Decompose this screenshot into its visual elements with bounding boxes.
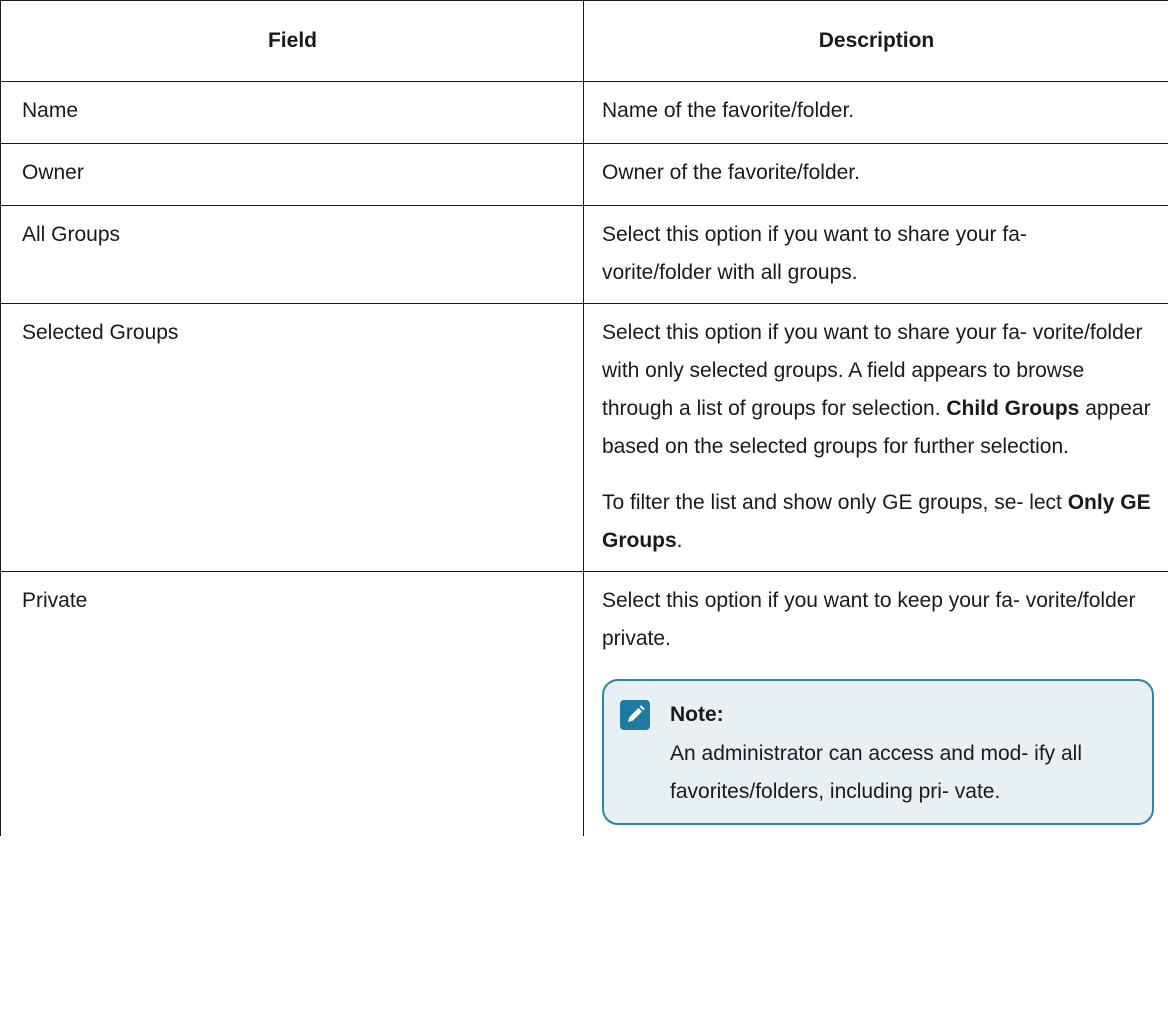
- description-text: .: [676, 529, 683, 552]
- description-cell: Select this option if you want to share …: [583, 205, 1168, 304]
- description-line: vorite/folder with all groups.: [602, 261, 858, 284]
- description-line: Select this option if you want to share …: [602, 223, 1027, 246]
- field-name-cell: Name: [0, 81, 584, 144]
- description-paragraph: Select this option if you want to keep y…: [602, 589, 1136, 650]
- note-callout: Note: An administrator can access and mo…: [602, 679, 1154, 825]
- field-name-cell: All Groups: [0, 205, 584, 304]
- description-paragraph: Select this option if you want to share …: [602, 314, 1154, 466]
- note-body: An administrator can access and mod- ify…: [670, 742, 1083, 803]
- table-row: Private Select this option if you want t…: [0, 571, 1168, 836]
- table-row: Owner Owner of the favorite/folder.: [0, 143, 1168, 206]
- note-title: Note:: [670, 703, 724, 726]
- child-groups-term: Child Groups: [946, 397, 1080, 420]
- pencil-icon: [620, 700, 650, 730]
- field-name-cell: Owner: [0, 143, 584, 206]
- table-row: Name Name of the favorite/folder.: [0, 81, 1168, 144]
- field-name-cell: Private: [0, 571, 584, 836]
- column-header-description: Description: [583, 0, 1168, 82]
- field-name-cell: Selected Groups: [0, 303, 584, 572]
- description-text: To filter the list and show only GE grou…: [602, 491, 1068, 514]
- description-cell: Name of the favorite/folder.: [583, 81, 1168, 144]
- table-row: All Groups Select this option if you wan…: [0, 205, 1168, 304]
- table-row: Selected Groups Select this option if yo…: [0, 303, 1168, 572]
- description-cell: Select this option if you want to keep y…: [583, 571, 1168, 836]
- note-header: Note:: [620, 695, 1132, 735]
- description-cell: Select this option if you want to share …: [583, 303, 1168, 572]
- fields-table: Field Description Name Name of the favor…: [0, 0, 1168, 836]
- description-cell: Owner of the favorite/folder.: [583, 143, 1168, 206]
- description-paragraph: To filter the list and show only GE grou…: [602, 484, 1154, 560]
- column-header-field: Field: [0, 0, 584, 82]
- table-header-row: Field Description: [0, 0, 1168, 82]
